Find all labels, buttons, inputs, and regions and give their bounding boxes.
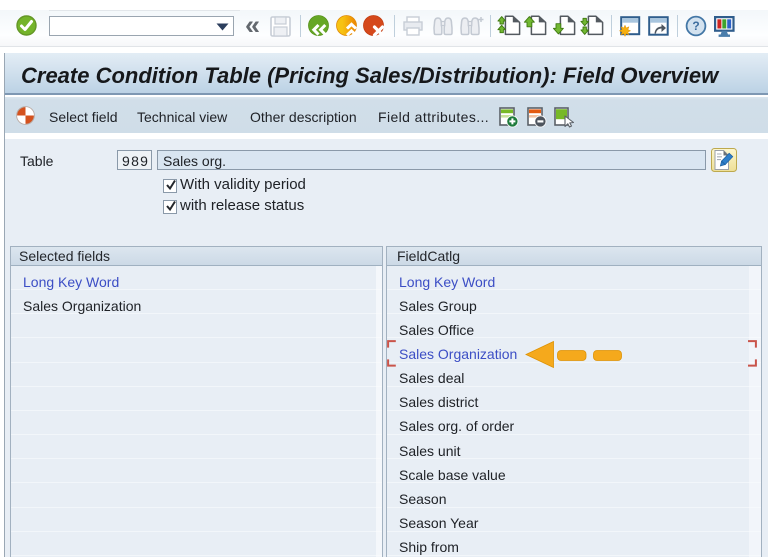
svg-text:?: ? <box>692 19 699 33</box>
